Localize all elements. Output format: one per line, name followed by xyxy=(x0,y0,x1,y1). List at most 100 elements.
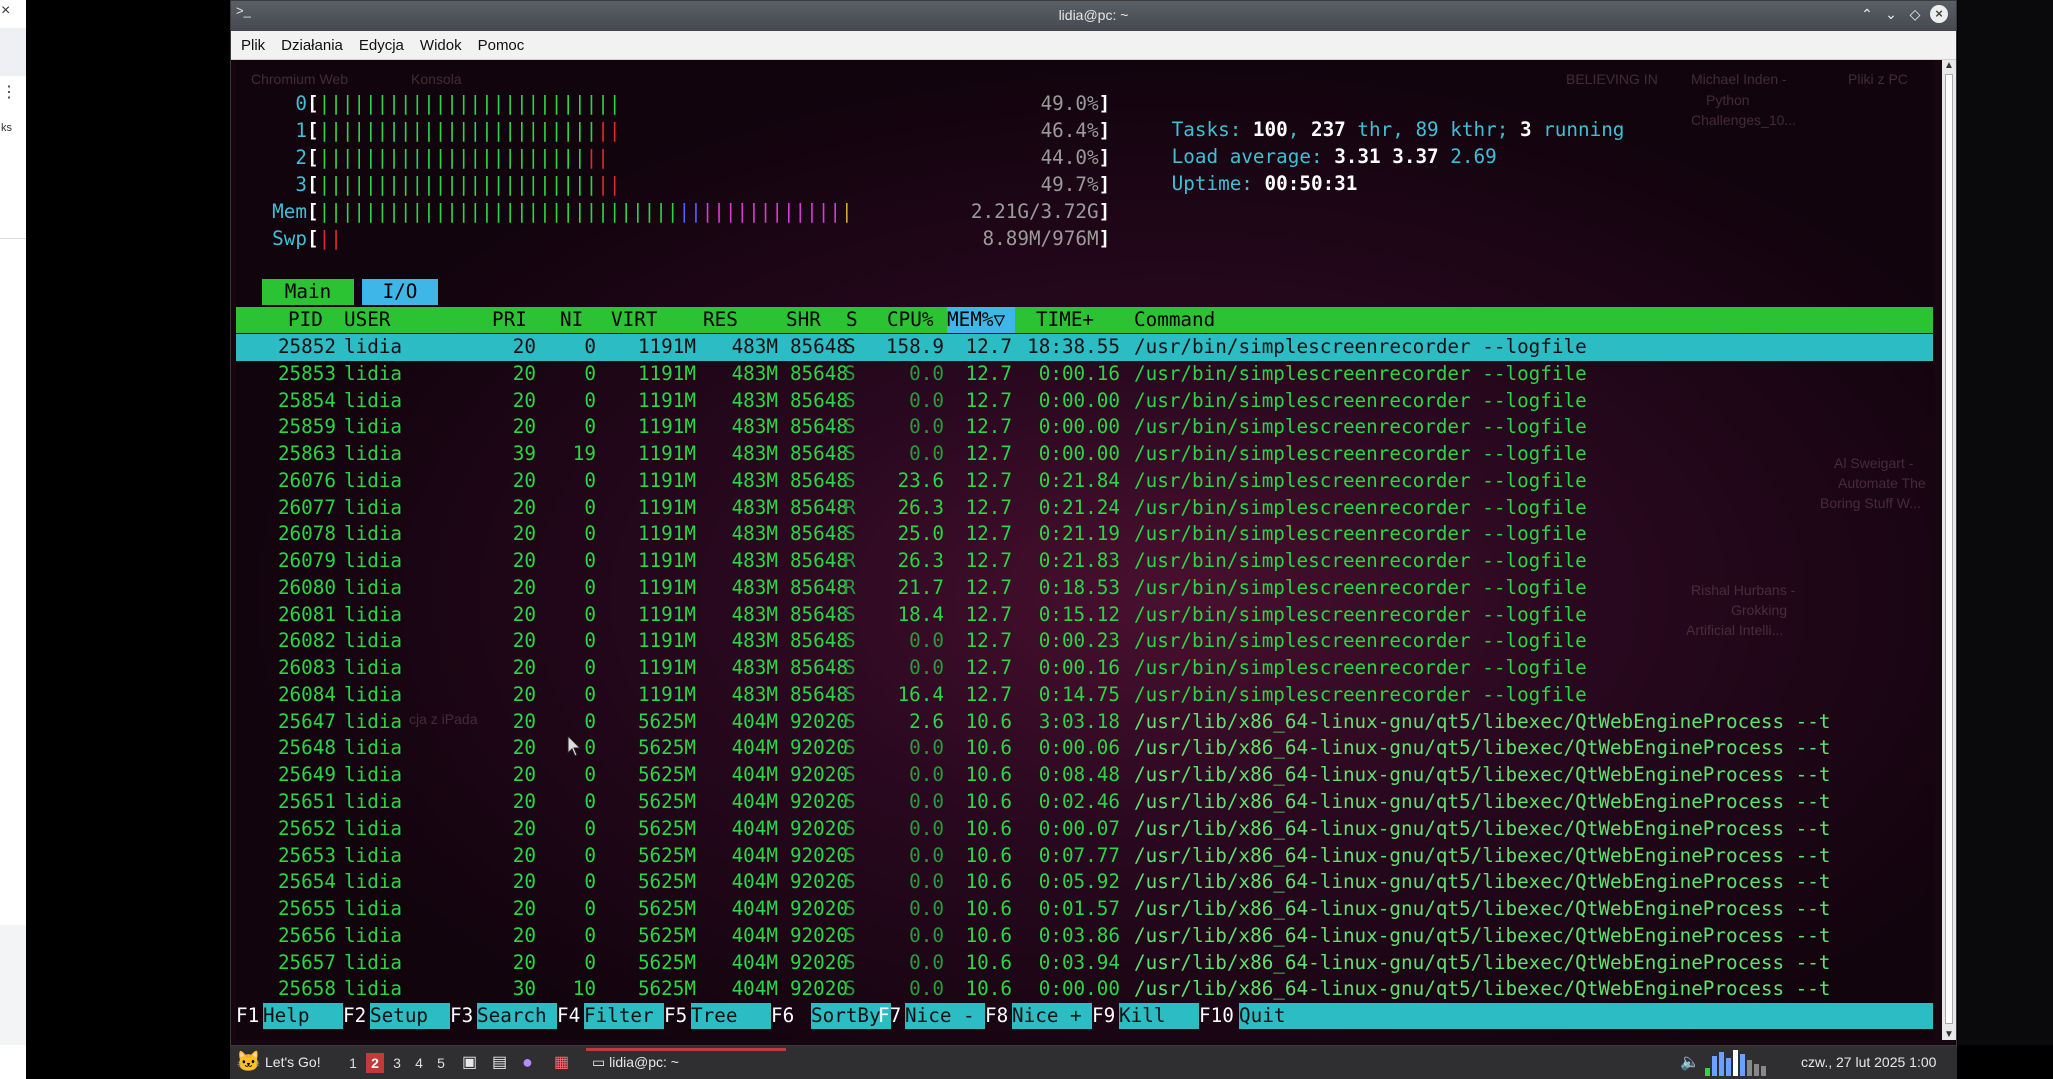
terminal-scrollbar[interactable]: ▲ ▼ xyxy=(1942,60,1956,1040)
scrollbar-thumb[interactable] xyxy=(1945,74,1953,1024)
cell-pid: 25863 xyxy=(277,442,336,466)
column-command[interactable]: Command xyxy=(1134,307,1215,333)
table-row[interactable]: 26082 lidia 20 0 1191M 483M 85648 S 0.0 12.7 0:00.… xyxy=(236,628,1933,655)
fkey-help-button[interactable]: Help xyxy=(263,1003,343,1029)
column-state[interactable]: S xyxy=(846,307,858,333)
table-row[interactable]: 25852 lidia 20 0 1191M 483M 85648 S 158.9 12.7 18:… xyxy=(236,334,1933,361)
table-row[interactable]: 26081 lidia 20 0 1191M 483M 85648 S 18.4 12.7 0:15… xyxy=(236,602,1933,629)
cell-ni: 0 xyxy=(584,709,596,733)
table-row[interactable]: 25654 lidia 20 0 5625M 404M 92020 S 0.0 10.6 0:05.… xyxy=(236,869,1933,896)
table-row[interactable]: 25652 lidia 20 0 5625M 404M 92020 S 0.0 10.6 0:00.… xyxy=(236,816,1933,843)
fkey-quit-button[interactable]: Quit xyxy=(1239,1003,1933,1029)
tab-main[interactable]: Main xyxy=(262,279,354,305)
table-row[interactable]: 25657 lidia 20 0 5625M 404M 92020 S 0.0 10.6 0:03.… xyxy=(236,950,1933,977)
cell-res: 483M xyxy=(731,335,778,358)
cpu-monitor-graph xyxy=(1705,1050,1775,1076)
table-row[interactable]: 25648 lidia 20 0 5625M 404M 92020 S 0.0 10.6 0:00.… xyxy=(236,735,1933,762)
cell-cpu: 0.0 xyxy=(909,923,944,947)
terminal-launcher-icon[interactable]: ▣ xyxy=(462,1046,477,1079)
fkey-nice-button[interactable]: Nice + xyxy=(1012,1003,1092,1029)
side-button[interactable] xyxy=(0,28,26,76)
table-row[interactable]: 26076 lidia 20 0 1191M 483M 85648 S 23.6 12.7 0:21… xyxy=(236,468,1933,495)
cat-logo-icon[interactable]: 🐱 xyxy=(236,1046,261,1079)
window-titlebar[interactable]: >_ lidia@pc: ~ ⌃ ⌄ ◇ × xyxy=(231,1,1956,31)
cell-cpu: 0.0 xyxy=(909,442,944,466)
fkey-kill-button[interactable]: Kill xyxy=(1119,1003,1199,1029)
column-virt[interactable]: VIRT xyxy=(611,307,657,333)
column-res[interactable]: RES xyxy=(703,307,738,333)
browser-icon[interactable]: ● xyxy=(522,1046,533,1079)
workspace-3[interactable]: 3 xyxy=(388,1053,406,1073)
fkey-setup-button[interactable]: Setup xyxy=(370,1003,450,1029)
cell-pri: 20 xyxy=(512,816,536,840)
column-user[interactable]: USER xyxy=(344,307,390,333)
cell-cpu: 18.4 xyxy=(897,602,944,626)
menu-edycja[interactable]: Edycja xyxy=(353,37,410,54)
menu-dzialania[interactable]: Działania xyxy=(275,37,349,54)
kebab-menu-icon[interactable]: ⋮ xyxy=(1,82,17,102)
start-button[interactable]: Let's Go! xyxy=(265,1046,321,1079)
cell-virt: 5625M xyxy=(637,763,696,787)
divider xyxy=(0,238,26,239)
task-terminal[interactable]: ▭ lidia@pc: ~ xyxy=(592,1046,679,1079)
scroll-up-icon[interactable]: ▲ xyxy=(1942,60,1956,71)
workspace-5[interactable]: 5 xyxy=(432,1053,450,1073)
table-row[interactable]: 25658 lidia 30 10 5625M 404M 92020 S 0.0 10.6 0:00… xyxy=(236,976,1933,1003)
table-row[interactable]: 26080 lidia 20 0 1191M 483M 85648 R 21.7 12.7 0:18… xyxy=(236,575,1933,602)
cell-res: 404M xyxy=(731,736,778,760)
cell-ni: 0 xyxy=(584,388,596,412)
workspace-2[interactable]: 2 xyxy=(366,1053,384,1073)
scroll-down-icon[interactable]: ▼ xyxy=(1942,1029,1956,1040)
table-row[interactable]: 26084 lidia 20 0 1191M 483M 85648 S 16.4 12.7 0:14… xyxy=(236,682,1933,709)
fkey-nice-button[interactable]: Nice - xyxy=(905,1003,985,1029)
workspace-1[interactable]: 1 xyxy=(344,1053,362,1073)
cell-cpu: 0.0 xyxy=(909,736,944,760)
fkey-tree-button[interactable]: Tree xyxy=(691,1003,771,1029)
workspace-4[interactable]: 4 xyxy=(410,1053,428,1073)
file-manager-icon[interactable]: ▤ xyxy=(492,1046,507,1079)
menu-pomoc[interactable]: Pomoc xyxy=(472,37,531,54)
close-icon[interactable]: × xyxy=(1,2,10,20)
volume-icon[interactable]: 🔈 xyxy=(1680,1046,1700,1079)
clock[interactable]: czw., 27 lut 2025 1:00 xyxy=(1801,1046,1936,1079)
keep-above-icon[interactable]: ⌃ xyxy=(1858,5,1876,23)
table-row[interactable]: 25651 lidia 20 0 5625M 404M 92020 S 0.0 10.6 0:02.… xyxy=(236,789,1933,816)
column-mem[interactable]: MEM%▽ xyxy=(947,307,1015,333)
maximize-icon[interactable]: ◇ xyxy=(1906,5,1924,23)
menu-plik[interactable]: Plik xyxy=(235,37,271,54)
column-ni[interactable]: NI xyxy=(560,307,583,333)
calendar-icon[interactable]: ▦ xyxy=(554,1046,569,1079)
close-icon[interactable]: × xyxy=(1930,5,1948,23)
table-row[interactable]: 25863 lidia 39 19 1191M 483M 85648 S 0.0 12.7 0:00… xyxy=(236,441,1933,468)
cell-pri: 20 xyxy=(512,763,536,787)
cell-mem: 10.6 xyxy=(965,897,1012,921)
column-shr[interactable]: SHR xyxy=(786,307,821,333)
column-pri[interactable]: PRI xyxy=(492,307,527,333)
table-row[interactable]: 25649 lidia 20 0 5625M 404M 92020 S 0.0 10.6 0:08.… xyxy=(236,762,1933,789)
table-row[interactable]: 25853 lidia 20 0 1191M 483M 85648 S 0.0 12.7 0:00.… xyxy=(236,361,1933,388)
tab-io[interactable]: I/O xyxy=(362,279,438,305)
table-row[interactable]: 26083 lidia 20 0 1191M 483M 85648 S 0.0 12.7 0:00.… xyxy=(236,655,1933,682)
bg-text: Michael Inden - xyxy=(1691,71,1787,87)
fkey-filter-button[interactable]: Filter xyxy=(584,1003,664,1029)
cell-time: 0:00.00 xyxy=(1038,415,1120,439)
cell-ni: 10 xyxy=(572,977,596,1001)
table-row[interactable]: 26078 lidia 20 0 1191M 483M 85648 S 25.0 12.7 0:21… xyxy=(236,521,1933,548)
fkey-search-button[interactable]: Search xyxy=(477,1003,557,1029)
table-row[interactable]: 26079 lidia 20 0 1191M 483M 85648 R 26.3 12.7 0:21… xyxy=(236,548,1933,575)
minimize-icon[interactable]: ⌄ xyxy=(1882,5,1900,23)
terminal-area[interactable]: Chromium Web Konsola BELIEVING IN Michae… xyxy=(236,60,1933,1040)
column-time[interactable]: TIME+ xyxy=(1036,307,1094,333)
column-pid[interactable]: PID xyxy=(288,307,323,333)
cell-state: S xyxy=(844,522,856,546)
table-row[interactable]: 25653 lidia 20 0 5625M 404M 92020 S 0.0 10.6 0:07.… xyxy=(236,843,1933,870)
table-row[interactable]: 25656 lidia 20 0 5625M 404M 92020 S 0.0 10.6 0:03.… xyxy=(236,923,1933,950)
table-row[interactable]: 25854 lidia 20 0 1191M 483M 85648 S 0.0 12.7 0:00.… xyxy=(236,388,1933,415)
table-row[interactable]: 25655 lidia 20 0 5625M 404M 92020 S 0.0 10.6 0:01.… xyxy=(236,896,1933,923)
table-row[interactable]: 25647 lidia 20 0 5625M 404M 92020 S 2.6 10.6 3:03.… xyxy=(236,709,1933,736)
column-cpu[interactable]: CPU% xyxy=(887,307,933,333)
table-row[interactable]: 26077 lidia 20 0 1191M 483M 85648 R 26.3 12.7 0:21… xyxy=(236,495,1933,522)
cell-state: S xyxy=(844,388,856,412)
table-row[interactable]: 25859 lidia 20 0 1191M 483M 85648 S 0.0 12.7 0:00.… xyxy=(236,414,1933,441)
menu-widok[interactable]: Widok xyxy=(414,37,468,54)
